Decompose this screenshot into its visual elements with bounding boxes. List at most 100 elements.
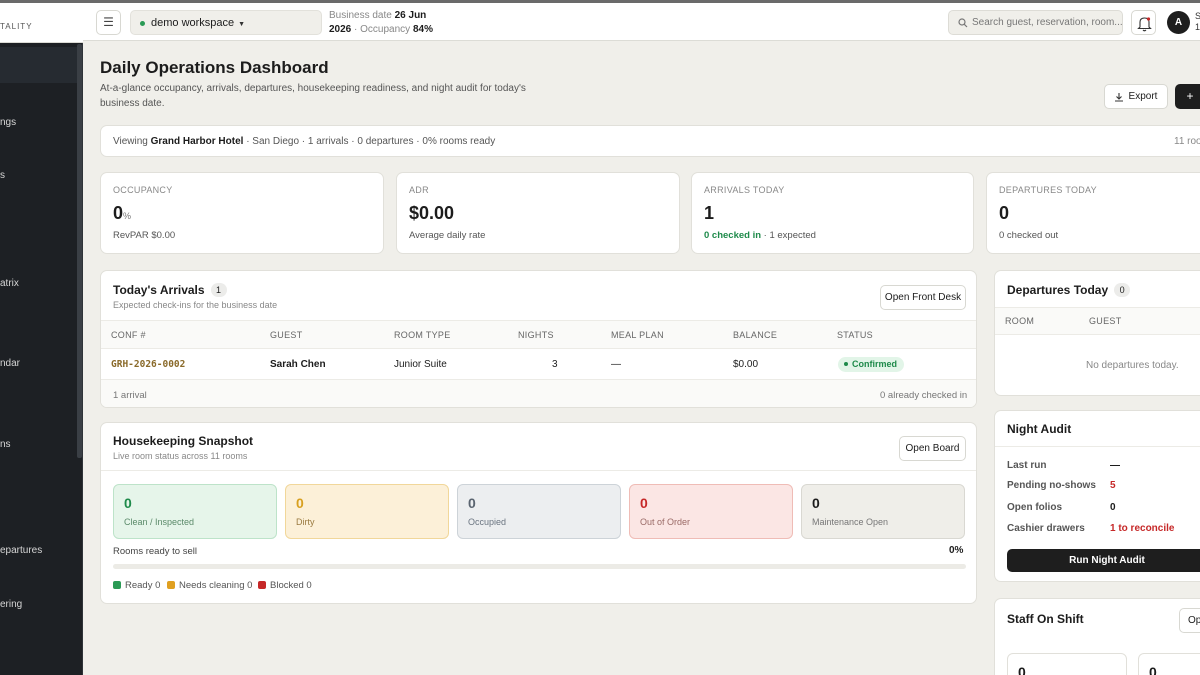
business-date-day: 26 Jun xyxy=(394,10,427,21)
column-header: ROOM TYPE xyxy=(394,330,451,340)
sidebar-item-rooms[interactable]: ns xyxy=(0,439,80,450)
menu-toggle-button[interactable]: ☰ xyxy=(96,10,121,35)
housekeeping-header: Housekeeping Snapshot Live room status a… xyxy=(113,434,253,461)
hk-tile-out-of-order[interactable]: 0 Out of Order xyxy=(629,484,793,539)
user-role-line: 1 xyxy=(1195,22,1200,32)
arrivals-header: Today's Arrivals 1 Expected check-ins for… xyxy=(113,283,277,310)
staff-card: Staff On Shift Op 0 0 xyxy=(994,598,1200,675)
run-night-audit-button[interactable]: Run Night Audit xyxy=(1007,549,1200,572)
kpi-value: 0% xyxy=(113,203,383,224)
legend-swatch xyxy=(113,581,121,589)
staff-tile: 0 xyxy=(1138,653,1200,675)
audit-value: — xyxy=(1110,460,1120,471)
kpi-value: $0.00 xyxy=(409,203,455,223)
arrivals-card: Today's Arrivals 1 Expected check-ins for… xyxy=(100,270,977,408)
divider xyxy=(995,446,1200,447)
sidebar-item-matrix[interactable]: atrix xyxy=(0,278,80,289)
chevron-down-icon: ▼ xyxy=(238,21,246,28)
export-label: Export xyxy=(1128,91,1158,102)
kpi-adr: ADR $0.00 Average daily rate xyxy=(396,172,680,254)
sidebar-item-departures[interactable]: epartures xyxy=(0,545,80,556)
kpi-label: OCCUPANCY xyxy=(113,185,173,195)
rooms-ready-progress-bar xyxy=(113,564,966,569)
table-row[interactable]: GRH-2026-0002 Sarah Chen Junior Suite 3 … xyxy=(101,349,976,379)
sidebar-item-reservations[interactable]: s xyxy=(0,170,80,181)
hk-tile-occupied[interactable]: 0 Occupied xyxy=(457,484,621,539)
global-search-input[interactable]: Search guest, reservation, room... xyxy=(948,10,1123,35)
arrivals-subtitle: Expected check-ins for the business date xyxy=(113,300,278,310)
sidebar-item-settings[interactable]: ngs xyxy=(0,117,80,128)
hk-label: Maintenance Open xyxy=(812,517,889,527)
column-header: GUEST xyxy=(270,330,303,340)
hotel-context-bar: Viewing Grand Harbor Hotel · San Diego ·… xyxy=(100,125,1200,157)
status-badge: Confirmed xyxy=(838,357,904,372)
search-icon xyxy=(958,18,968,28)
expected-count: · 1 expected xyxy=(763,230,816,241)
checked-in-text: 0 already checked in xyxy=(880,390,968,401)
kpi-sub: 0 checked in · 1 expected xyxy=(704,230,973,241)
night-audit-card: Night Audit Last run — Pending no-shows … xyxy=(994,410,1200,582)
sidebar: TALITY ngs s atrix ndar ns epartures eri… xyxy=(0,3,83,675)
arrival-count-text: 1 arrival xyxy=(113,390,147,401)
reservation-link[interactable]: GRH-2026-0002 xyxy=(111,359,185,370)
hk-tile-maintenance[interactable]: 0 Maintenance Open xyxy=(801,484,965,539)
open-board-button[interactable]: Open Board xyxy=(899,436,966,461)
occupancy-label: · Occupancy xyxy=(354,24,411,35)
column-header: BALANCE xyxy=(733,330,778,340)
staff-title: Staff On Shift xyxy=(1007,612,1084,626)
hk-label: Dirty xyxy=(296,517,315,527)
departures-title: Departures Today 0 xyxy=(1007,283,1131,297)
staff-tile: 0 xyxy=(1007,653,1127,675)
hotel-details: · San Diego · 1 arrivals · 0 departures … xyxy=(246,136,496,147)
user-avatar[interactable]: A xyxy=(1167,11,1190,34)
sidebar-item-catering[interactable]: ering xyxy=(0,599,80,610)
sidebar-item-active[interactable] xyxy=(0,47,78,83)
legend-label: Ready 0 xyxy=(125,580,161,591)
search-placeholder: Search guest, reservation, room... xyxy=(972,17,1123,28)
hk-label: Clean / Inspected xyxy=(124,517,195,527)
audit-value: 5 xyxy=(1110,480,1116,491)
column-header: ROOM xyxy=(1005,316,1035,326)
audit-value: 1 to reconcile xyxy=(1110,523,1175,534)
kpi-sub: RevPAR $0.00 xyxy=(113,230,176,241)
hk-label: Occupied xyxy=(468,517,507,527)
housekeeping-card: Housekeeping Snapshot Live room status a… xyxy=(100,422,977,604)
table-footer: 1 arrival 0 already checked in xyxy=(101,379,976,407)
hk-tile-dirty[interactable]: 0 Dirty xyxy=(285,484,449,539)
rooms-ready-value: 0% xyxy=(949,545,964,556)
workspace-name: demo workspace xyxy=(151,17,235,29)
legend-label: Blocked 0 xyxy=(270,580,312,591)
sidebar-scrollbar[interactable] xyxy=(77,44,82,458)
notifications-button[interactable] xyxy=(1131,10,1156,35)
legend-swatch xyxy=(167,581,175,589)
viewing-prefix: Viewing xyxy=(113,136,148,147)
workspace-selector[interactable]: demo workspace ▼ xyxy=(130,10,322,35)
empty-state: No departures today. xyxy=(1086,360,1179,371)
table-header-row: ROOM GUEST xyxy=(995,308,1200,334)
bell-icon xyxy=(1137,17,1152,32)
column-header: CONF # xyxy=(111,330,146,340)
audit-value: 0 xyxy=(1110,502,1116,513)
open-staff-button[interactable]: Op xyxy=(1179,608,1200,633)
housekeeping-title: Housekeeping Snapshot xyxy=(113,434,254,448)
open-front-desk-button[interactable]: Open Front Desk xyxy=(880,285,966,310)
audit-label: Open folios xyxy=(1007,502,1062,513)
kpi-unit: % xyxy=(123,211,132,221)
housekeeping-subtitle: Live room status across 11 rooms xyxy=(113,451,248,461)
add-button[interactable]: + xyxy=(1175,84,1200,109)
arrivals-count-badge: 1 xyxy=(210,283,227,297)
departures-count-badge: 0 xyxy=(1114,283,1131,297)
kpi-departures: DEPARTURES TODAY 0 0 checked out xyxy=(986,172,1200,254)
hk-count: 0 xyxy=(468,495,476,511)
hk-count: 0 xyxy=(124,495,132,511)
user-name-line: S xyxy=(1195,11,1200,21)
kpi-number: 0 xyxy=(113,203,124,223)
export-button[interactable]: Export xyxy=(1104,84,1168,109)
page-title: Daily Operations Dashboard xyxy=(100,58,329,77)
hk-tile-clean[interactable]: 0 Clean / Inspected xyxy=(113,484,277,539)
kpi-sub: 0 checked out xyxy=(999,230,1059,241)
kpi-sub: Average daily rate xyxy=(409,230,486,241)
sidebar-item-calendar[interactable]: ndar xyxy=(0,358,80,369)
arrivals-title: Today's Arrivals 1 xyxy=(113,283,277,297)
departures-card: Departures Today 0 ROOM GUEST No departur… xyxy=(994,270,1200,396)
